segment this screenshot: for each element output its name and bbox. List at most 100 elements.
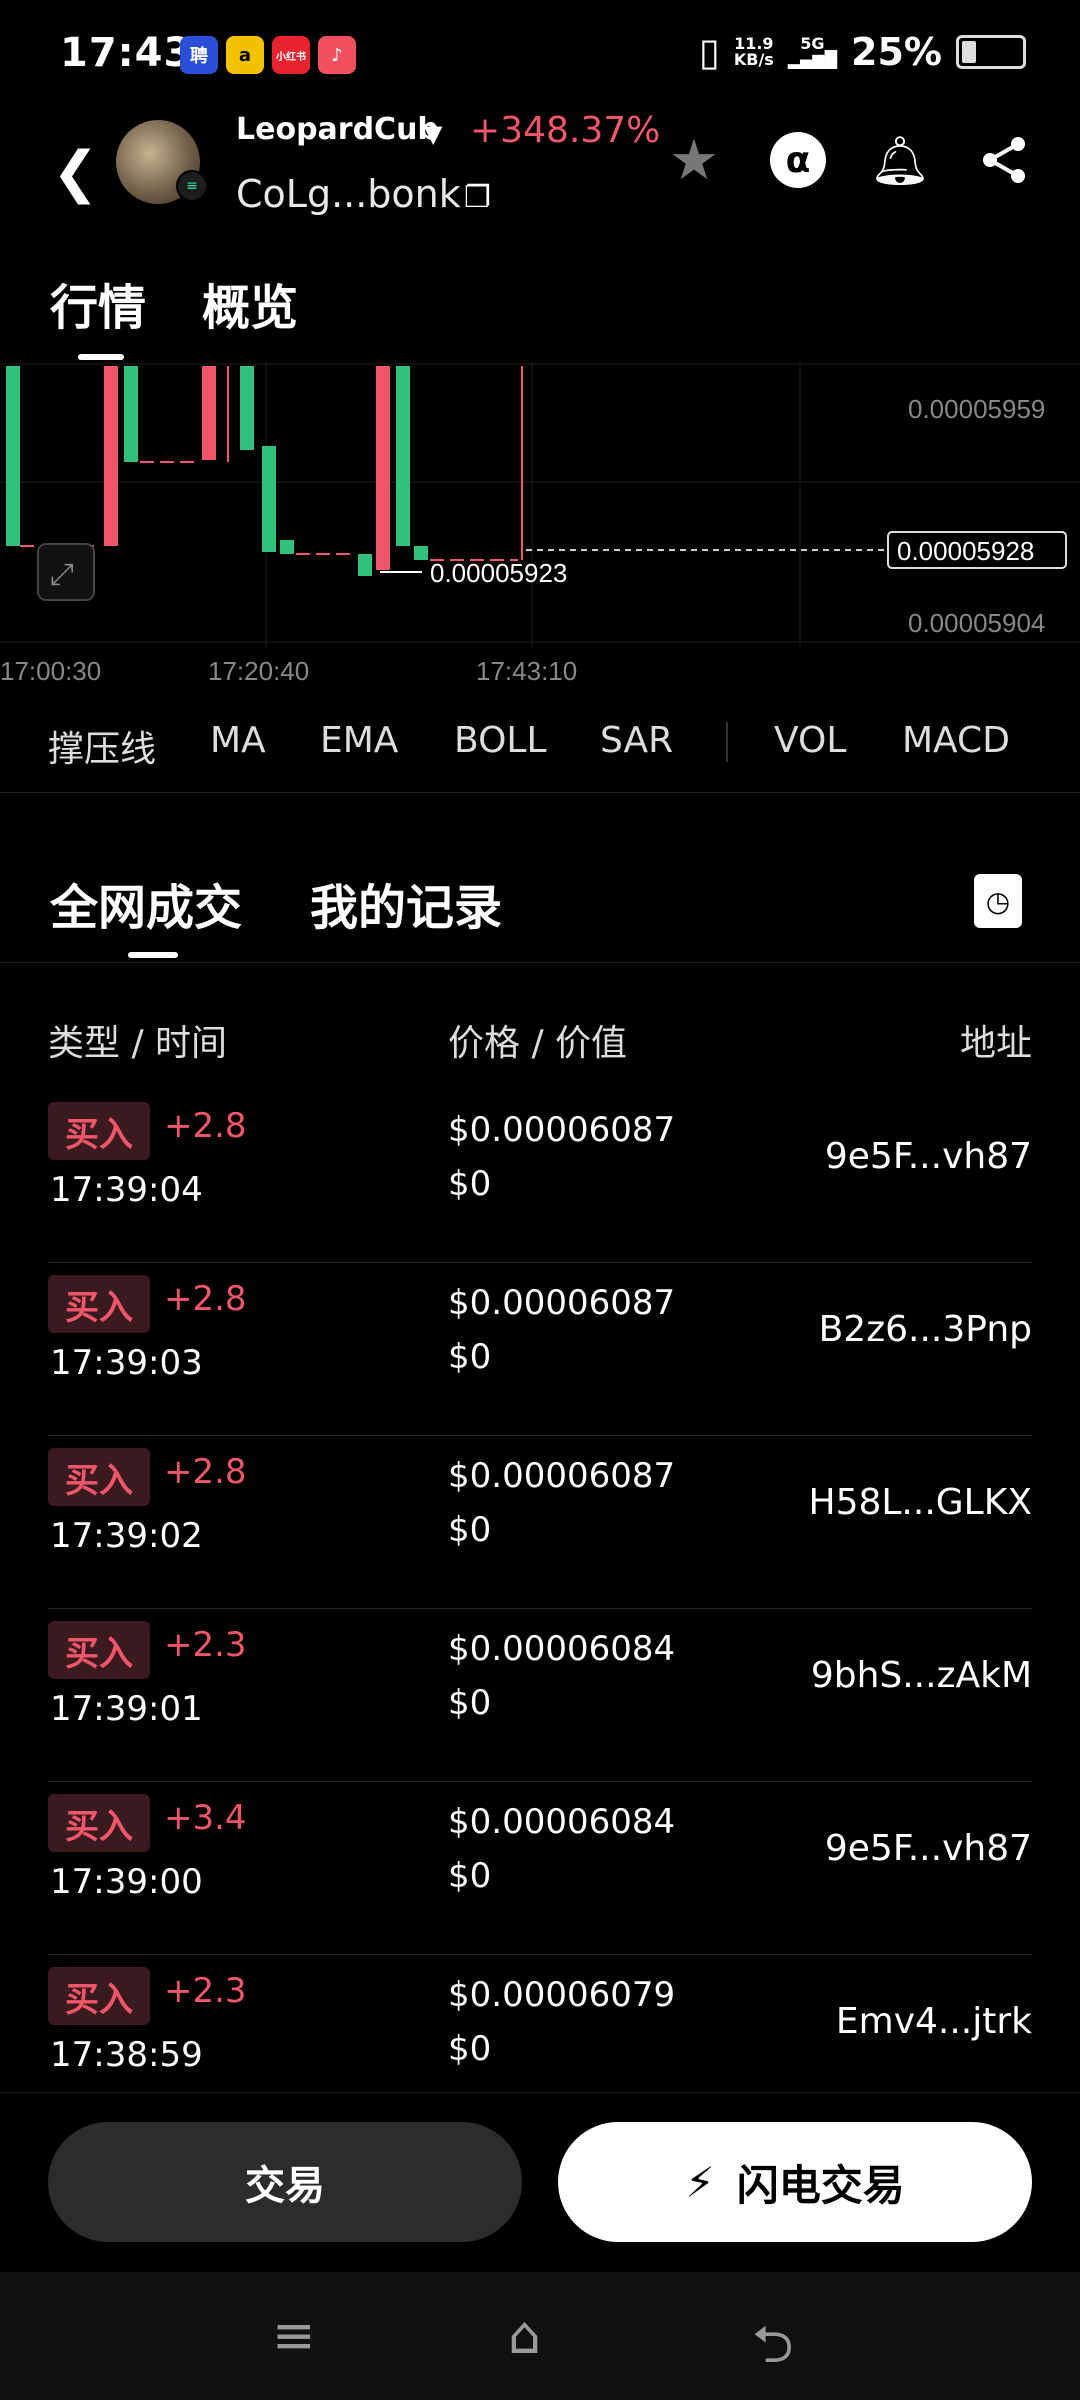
history-clock-icon[interactable]: ◷: [974, 874, 1022, 928]
indicator-macd[interactable]: MACD: [902, 720, 1010, 761]
copy-icon[interactable]: ❐: [464, 180, 491, 215]
price-alert-bell-icon[interactable]: 🔔︎: [870, 130, 931, 190]
time-axis-label: 17:00:30: [0, 656, 101, 682]
app-notification-icon: ♪: [318, 36, 356, 74]
indicator-ema[interactable]: EMA: [320, 720, 398, 761]
trade-price: $0.00006087: [448, 1456, 676, 1496]
lightning-icon: ⚡︎: [685, 2157, 715, 2207]
status-right: ▯ 11.9 KB/s 5G ▂▄▆█ 25%: [699, 30, 1026, 74]
trade-address[interactable]: Emv4...jtrk: [836, 2001, 1032, 2042]
trade-amount: +2.8: [164, 1452, 247, 1492]
trade-time: 17:39:04: [50, 1170, 203, 1210]
table-row[interactable]: 买入 +2.8 17:39:04 $0.00006087 $0 9e5F...v…: [48, 1090, 1032, 1263]
indicator-sar[interactable]: SAR: [600, 720, 673, 761]
candle: [358, 554, 372, 576]
indicator-support-resistance[interactable]: 撑压线: [48, 720, 156, 772]
trade-price: $0.00006079: [448, 1975, 676, 2015]
status-bar: 17:43 聘 a 小红书 ♪ ▯ 11.9 KB/s 5G ▂▄▆█ 25%: [0, 0, 1080, 112]
tab-active-indicator: [128, 952, 178, 958]
divider: [0, 2092, 1080, 2093]
table-row[interactable]: 买入 +3.4 17:39:00 $0.00006084 $0 9e5F...v…: [48, 1782, 1032, 1955]
vibrate-icon: ▯: [698, 30, 720, 74]
candle: [262, 446, 276, 552]
flash-trade-button-label: 闪电交易: [736, 2160, 905, 2210]
candle: [104, 366, 118, 546]
trade-address[interactable]: B2z6...3Pnp: [819, 1309, 1032, 1350]
trade-value: $0: [448, 1683, 492, 1723]
network-indicator: 5G ▂▄▆█: [788, 36, 837, 68]
trade-value: $0: [448, 1337, 492, 1377]
trade-button[interactable]: 交易: [48, 2122, 522, 2242]
trade-address[interactable]: 9e5F...vh87: [825, 1828, 1032, 1869]
tab-active-indicator: [78, 354, 124, 360]
expand-chart-icon[interactable]: ⤢: [37, 543, 95, 601]
price-chart[interactable]: 0.00005959 0.00005928 0.00005904 0.00005…: [0, 362, 1080, 682]
tab-my-records[interactable]: 我的记录: [310, 868, 502, 938]
home-icon[interactable]: ⌂: [508, 2306, 541, 2366]
indicator-ma[interactable]: MA: [210, 720, 266, 761]
candle: [280, 540, 294, 554]
table-row[interactable]: 买入 +2.8 17:39:03 $0.00006087 $0 B2z6...3…: [48, 1263, 1032, 1436]
tab-all-trades[interactable]: 全网成交: [50, 868, 242, 938]
trade-type-badge: 买入: [48, 1794, 150, 1852]
trade-value: $0: [448, 1856, 492, 1896]
favorite-star-icon[interactable]: ★: [664, 128, 724, 193]
trade-amount: +3.4: [164, 1798, 247, 1838]
indicator-boll[interactable]: BOLL: [454, 720, 547, 761]
app-notification-icon: 小红书: [272, 36, 310, 74]
time-axis-label: 17:43:10: [476, 656, 577, 682]
candle: [240, 366, 254, 450]
tab-overview[interactable]: 概览: [202, 268, 298, 338]
net-speed: 11.9 KB/s: [734, 36, 774, 68]
candle: [396, 366, 410, 546]
candle: [124, 366, 138, 462]
price-axis-label: 0.00005959: [908, 394, 1045, 424]
divider: [0, 792, 1080, 793]
trade-address[interactable]: 9e5F...vh87: [825, 1136, 1032, 1177]
trade-button-label: 交易: [245, 2163, 325, 2209]
price-change-percent: +348.37%: [470, 110, 661, 151]
table-row[interactable]: 买入 +2.3 17:38:59 $0.00006079 $0 Emv4...j…: [48, 1955, 1032, 2092]
candle: [202, 366, 216, 460]
tab-market[interactable]: 行情: [50, 268, 146, 338]
trade-type-badge: 买入: [48, 1102, 150, 1160]
column-header-type-time: 类型 / 时间: [48, 1023, 228, 1064]
trade-value: $0: [448, 1510, 492, 1550]
flash-trade-button[interactable]: ⚡︎ 闪电交易: [558, 2122, 1032, 2242]
table-row[interactable]: 买入 +2.8 17:39:02 $0.00006087 $0 H58L...G…: [48, 1436, 1032, 1609]
share-icon[interactable]: [974, 130, 1034, 190]
trade-amount: +2.3: [164, 1971, 247, 2011]
candle: [414, 546, 428, 560]
status-time: 17:43: [60, 30, 193, 76]
back-nav-icon[interactable]: ⮌: [752, 2306, 794, 2395]
share-icon-graphic: [983, 137, 1025, 183]
trade-value: $0: [448, 2029, 492, 2069]
trade-time: 17:38:59: [50, 2035, 203, 2075]
trade-address[interactable]: H58L...GLKX: [809, 1482, 1033, 1523]
low-price-label: 0.00005923: [430, 558, 567, 588]
trade-price: $0.00006084: [448, 1629, 676, 1669]
trade-time: 17:39:00: [50, 1862, 203, 1902]
dropdown-caret-icon[interactable]: ▼: [424, 120, 442, 148]
app-notification-icon: 聘: [180, 36, 218, 74]
trade-time: 17:39:03: [50, 1343, 203, 1383]
trade-time: 17:39:01: [50, 1689, 203, 1729]
indicator-vol[interactable]: VOL: [774, 720, 846, 761]
trade-price: $0.00006087: [448, 1283, 676, 1323]
trade-address[interactable]: 9bhS...zAkM: [811, 1655, 1032, 1696]
trade-amount: +2.8: [164, 1106, 247, 1146]
token-name[interactable]: LeopardCub: [236, 112, 439, 147]
trade-amount: +2.8: [164, 1279, 247, 1319]
battery-percent: 25%: [851, 30, 942, 74]
menu-icon[interactable]: ≡: [272, 2306, 316, 2366]
alpha-button[interactable]: α: [770, 132, 826, 188]
trade-type-badge: 买入: [48, 1275, 150, 1333]
trade-type-badge: 买入: [48, 1621, 150, 1679]
back-button[interactable]: ❮: [52, 140, 99, 205]
trade-amount: +2.3: [164, 1625, 247, 1665]
table-row[interactable]: 买入 +2.3 17:39:01 $0.00006084 $0 9bhS...z…: [48, 1609, 1032, 1782]
candle: [6, 366, 20, 546]
svg-text:⤢: ⤢: [50, 557, 74, 592]
trade-time: 17:39:02: [50, 1516, 203, 1556]
indicator-divider: [726, 722, 728, 762]
